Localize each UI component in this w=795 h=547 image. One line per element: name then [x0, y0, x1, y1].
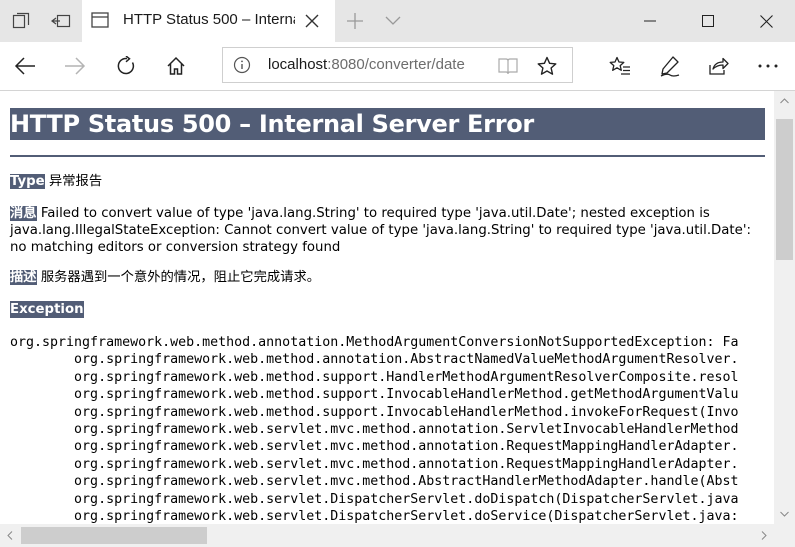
close-icon[interactable] [301, 10, 323, 32]
url-host: localhost [268, 56, 328, 73]
tab-actions-icon[interactable] [9, 9, 33, 33]
description-value: 服务器遇到一个意外的情况，阻止它完成请求。 [40, 270, 321, 285]
navigation-bar: localhost:8080/converter/date [0, 42, 795, 91]
horizontal-scrollbar[interactable] [0, 524, 774, 547]
trace-line: org.springframework.web.method.support.I… [10, 387, 739, 403]
favorites-icon[interactable] [605, 52, 635, 80]
type-value: 异常报告 [48, 174, 103, 189]
vertical-scroll-thumb[interactable] [776, 119, 793, 260]
trace-line: org.springframework.web.servlet.mvc.meth… [10, 474, 739, 490]
trace-line: org.springframework.web.servlet.mvc.meth… [10, 422, 739, 438]
pen-icon[interactable] [655, 52, 685, 80]
back-arrow-icon[interactable] [10, 52, 40, 80]
plus-icon[interactable] [343, 9, 367, 33]
chevron-down-icon[interactable] [774, 504, 795, 524]
star-icon[interactable] [537, 56, 557, 80]
message-value: Failed to convert value of type 'java.la… [10, 206, 751, 255]
info-icon[interactable] [233, 56, 251, 78]
address-bar[interactable]: localhost:8080/converter/date [222, 47, 573, 83]
maximize-icon[interactable] [679, 0, 737, 42]
chevron-left-icon[interactable] [0, 524, 20, 547]
page-icon [91, 12, 109, 32]
active-tab[interactable]: HTTP Status 500 – Internal Server Error [82, 0, 335, 42]
trace-line: org.springframework.web.servlet.mvc.meth… [10, 439, 739, 455]
trace-line: org.springframework.web.method.support.I… [10, 404, 739, 420]
trace-line: org.springframework.web.method.annotatio… [10, 335, 739, 350]
tab-bar: HTTP Status 500 – Internal Server Error [0, 0, 795, 42]
refresh-icon[interactable] [111, 52, 141, 80]
chevron-up-icon[interactable] [774, 91, 795, 111]
more-icon[interactable] [753, 52, 783, 80]
type-row: Type 异常报告 [10, 173, 102, 190]
trace-line: org.springframework.web.servlet.Dispatch… [10, 509, 739, 524]
url-path: :8080/converter/date [327, 56, 465, 73]
exception-label: Exception [10, 301, 84, 318]
vertical-scrollbar[interactable] [774, 91, 795, 524]
share-icon[interactable] [703, 52, 733, 80]
message-label: 消息 [10, 206, 37, 221]
reading-view-icon[interactable] [498, 57, 518, 79]
trace-line: org.springframework.web.servlet.mvc.meth… [10, 456, 739, 472]
description-label: 描述 [10, 270, 37, 285]
message-row: 消息 Failed to convert value of type 'java… [10, 205, 770, 256]
stack-trace: org.springframework.web.method.annotatio… [10, 334, 739, 524]
chevron-right-icon[interactable] [754, 524, 774, 547]
page-viewport: HTTP Status 500 – Internal Server Error … [0, 91, 774, 524]
description-row: 描述 服务器遇到一个意外的情况，阻止它完成请求。 [10, 269, 320, 286]
trace-line: org.springframework.web.servlet.Dispatch… [10, 491, 739, 507]
window-close-icon[interactable] [737, 0, 795, 42]
forward-arrow-icon[interactable] [60, 52, 90, 80]
home-icon[interactable] [161, 52, 191, 80]
page-title: HTTP Status 500 – Internal Server Error [10, 108, 765, 140]
minimize-icon[interactable] [621, 0, 679, 42]
trace-line: org.springframework.web.method.support.H… [10, 369, 739, 385]
chevron-down-icon[interactable] [381, 9, 405, 33]
type-label: Type [10, 174, 45, 189]
tab-title: HTTP Status 500 – Internal Server Error [123, 11, 295, 28]
trace-line: org.springframework.web.method.annotatio… [10, 352, 739, 368]
set-tabs-aside-icon[interactable] [49, 9, 73, 33]
url-text[interactable]: localhost:8080/converter/date [268, 56, 465, 73]
divider [10, 155, 765, 157]
scrollbar-corner [774, 524, 795, 547]
horizontal-scroll-thumb[interactable] [21, 527, 207, 544]
